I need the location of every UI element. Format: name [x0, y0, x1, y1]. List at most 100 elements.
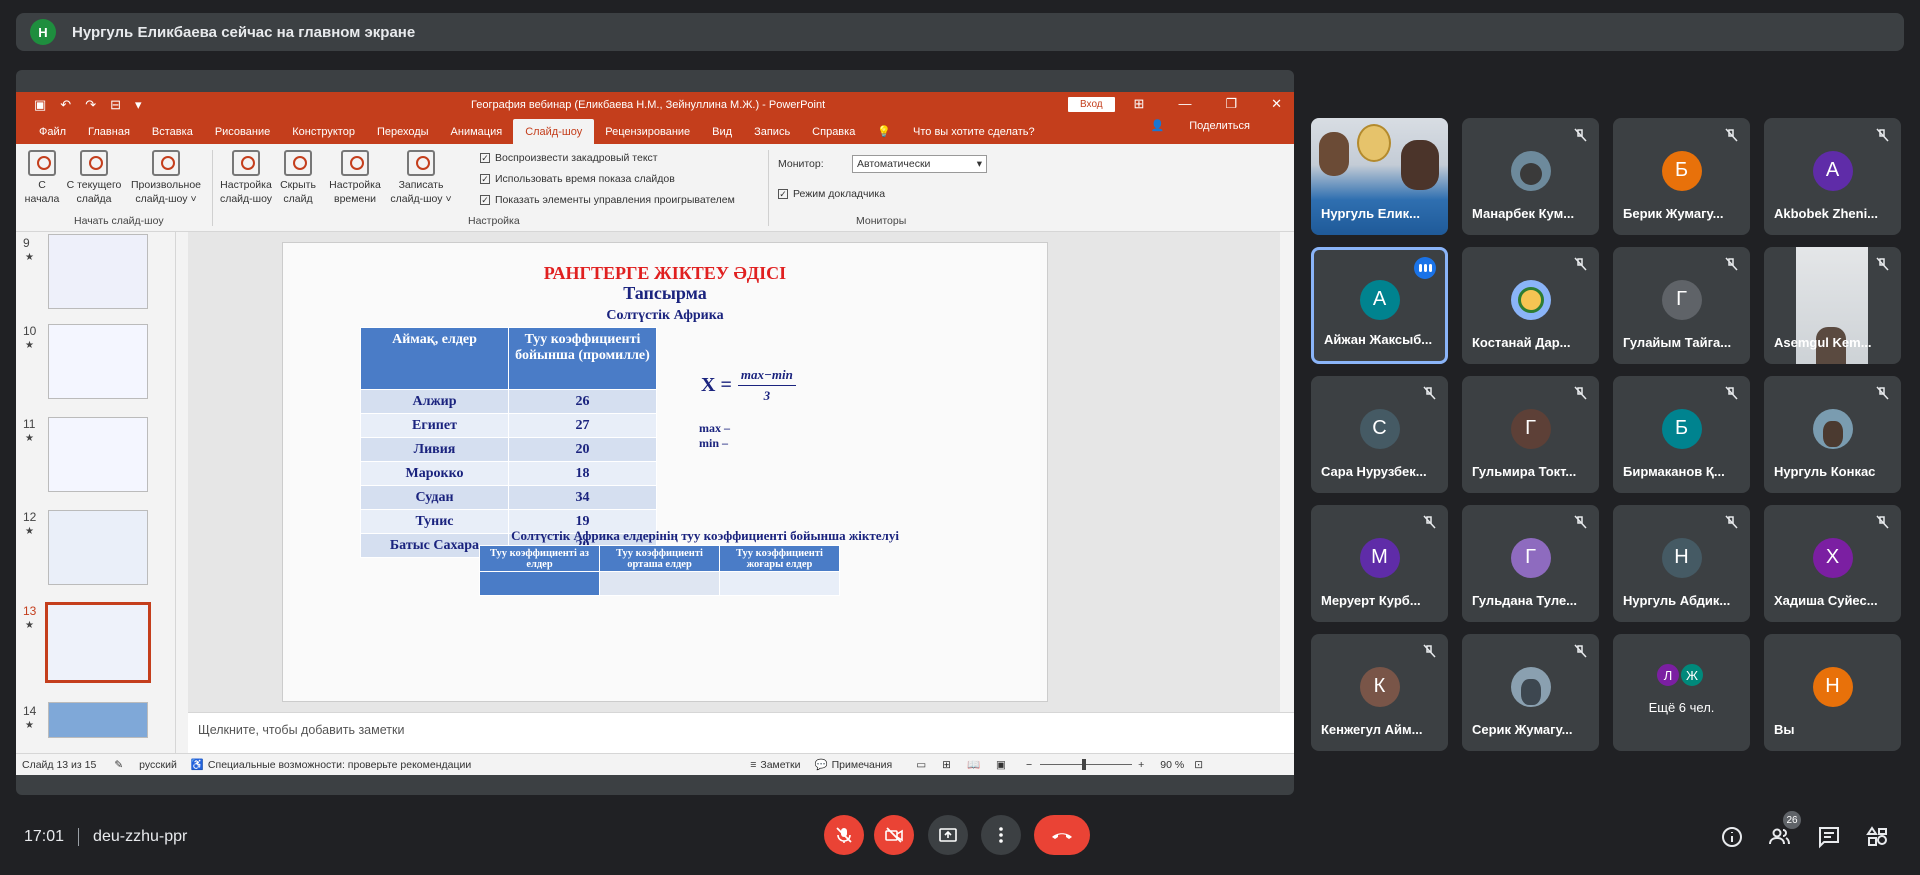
participant-name: Нургуль Абдик...: [1623, 593, 1731, 608]
reading-view-icon[interactable]: 📖: [967, 758, 980, 771]
participant-tile[interactable]: A Akbobek Zheni...: [1764, 118, 1901, 235]
narrations-checkbox[interactable]: ✓ Воспроизвести закадровый текст: [480, 152, 658, 164]
participant-tile[interactable]: Нургуль Конкас: [1764, 376, 1901, 493]
setup-show-button[interactable]: Настройка слайд-шоу: [216, 144, 276, 206]
participant-tile[interactable]: С Сара Нурузбек...: [1311, 376, 1448, 493]
toggle-camera-button[interactable]: [874, 815, 914, 855]
participant-tile-speaking[interactable]: A Айжан Жаксыб...: [1311, 247, 1448, 364]
rehearse-timings-button[interactable]: Настройка времени: [324, 144, 386, 206]
fit-slide-icon[interactable]: ⊡: [1194, 759, 1203, 771]
zoom-in-icon[interactable]: +: [1138, 759, 1144, 771]
redo-icon[interactable]: ↷: [85, 97, 96, 113]
participant-avatar: Г: [1510, 408, 1551, 449]
slideshow-view-icon[interactable]: ▣: [996, 759, 1006, 771]
tab-home[interactable]: Главная: [77, 126, 141, 144]
leave-call-button[interactable]: [1034, 815, 1090, 855]
tab-view[interactable]: Вид: [701, 126, 743, 144]
formula-lhs: X =: [701, 374, 732, 396]
tab-design[interactable]: Конструктор: [281, 126, 366, 144]
participant-tile[interactable]: К Кенжегул Айм...: [1311, 634, 1448, 751]
tab-file[interactable]: Файл: [28, 126, 77, 144]
participant-tile[interactable]: Г Гулайым Тайга...: [1613, 247, 1750, 364]
login-button[interactable]: Вход: [1068, 97, 1115, 112]
setup-show-label: Настройка слайд-шоу: [219, 179, 273, 205]
check-icon: ✓: [778, 189, 788, 199]
more-participants-tile[interactable]: Л Ж Ещё 6 чел.: [1613, 634, 1750, 751]
undo-icon[interactable]: ↶: [60, 97, 71, 113]
slide-scrollbar[interactable]: [1280, 232, 1294, 712]
current-slide[interactable]: РАНГТЕРГЕ ЖІКТЕУ ӘДІСІ Тапсырма Солтүсті…: [282, 242, 1048, 702]
participant-tile[interactable]: Костанай Дар...: [1462, 247, 1599, 364]
maximize-icon[interactable]: ❐: [1225, 96, 1237, 112]
present-screen-button[interactable]: [928, 815, 968, 855]
share-button[interactable]: 👤 Поделиться: [1128, 119, 1272, 138]
participant-tile[interactable]: Н Нургуль Абдик...: [1613, 505, 1750, 622]
participant-tile[interactable]: Х Хадиша Суйес...: [1764, 505, 1901, 622]
tab-insert[interactable]: Вставка: [141, 126, 204, 144]
participant-tile[interactable]: Серик Жумагу...: [1462, 634, 1599, 751]
tab-draw[interactable]: Рисование: [204, 126, 281, 144]
participant-tile[interactable]: Г Гульмира Токт...: [1462, 376, 1599, 493]
participant-tile[interactable]: М Меруерт Курб...: [1311, 505, 1448, 622]
sorter-view-icon[interactable]: ⊞: [942, 759, 951, 771]
notes-pane[interactable]: Щелкните, чтобы добавить заметки: [188, 712, 1294, 753]
zoom-slider[interactable]: [1040, 759, 1133, 770]
tab-slideshow[interactable]: Слайд-шоу: [513, 119, 595, 144]
more-vert-icon: [999, 827, 1003, 843]
presenter-view-checkbox[interactable]: ✓ Режим докладчика: [778, 188, 885, 200]
media-controls-checkbox[interactable]: ✓ Показать элементы управления проигрыват…: [480, 194, 735, 206]
customize-icon[interactable]: ▾: [135, 97, 142, 113]
comments-toggle[interactable]: Примечания: [832, 759, 893, 771]
more-participants-label: Ещё 6 чел.: [1648, 700, 1715, 715]
monitor-select[interactable]: Автоматически ▾: [852, 155, 987, 173]
toggle-mic-button[interactable]: [824, 815, 864, 855]
language-status[interactable]: русский: [139, 759, 177, 771]
spellcheck-icon[interactable]: ✎: [114, 759, 123, 771]
tell-me-search[interactable]: Что вы хотите сделать?: [902, 126, 1046, 144]
activities-icon[interactable]: [1865, 825, 1889, 849]
hide-slide-button[interactable]: Скрыть слайд: [278, 144, 318, 206]
participant-tile[interactable]: Г Гульдана Туле...: [1462, 505, 1599, 622]
notes-toggle[interactable]: Заметки: [760, 759, 800, 771]
participant-tile[interactable]: Манарбек Кум...: [1462, 118, 1599, 235]
from-current-button[interactable]: С текущего слайда: [64, 144, 124, 206]
presenting-text: Нургуль Еликбаева сейчас на главном экра…: [72, 23, 416, 41]
participant-tile[interactable]: Asemgul Kem...: [1764, 247, 1901, 364]
participant-tile[interactable]: Б Бирмаканов Қ...: [1613, 376, 1750, 493]
normal-view-icon[interactable]: ▭: [916, 759, 926, 771]
custom-show-button[interactable]: Произвольное слайд-шоу ˅: [126, 144, 206, 206]
zoom-out-icon[interactable]: −: [1026, 759, 1032, 771]
person-figure: [1401, 140, 1439, 190]
minimize-icon[interactable]: —: [1178, 96, 1191, 112]
save-icon[interactable]: ▣: [34, 97, 46, 113]
shared-screen: ▣ ↶ ↷ ⊟ ▾ География вебинар (Еликбаева Н…: [16, 70, 1294, 795]
close-icon[interactable]: ✕: [1271, 96, 1282, 112]
thumbnail-image: [48, 234, 148, 309]
ribbon-display-icon[interactable]: ⊞: [1134, 96, 1145, 112]
chat-icon[interactable]: [1817, 825, 1841, 849]
self-tile[interactable]: Н Вы: [1764, 634, 1901, 751]
thumbnail-scrollbar[interactable]: [176, 232, 188, 753]
tab-transitions[interactable]: Переходы: [366, 126, 440, 144]
tab-animations[interactable]: Анимация: [440, 126, 514, 144]
chevron-down-icon: ▾: [976, 158, 982, 170]
zoom-level[interactable]: 90 %: [1160, 759, 1184, 771]
info-icon[interactable]: [1720, 825, 1744, 849]
more-options-button[interactable]: [981, 815, 1021, 855]
star-icon: ★: [25, 620, 34, 631]
participant-tile[interactable]: Б Берик Жумагу...: [1613, 118, 1750, 235]
tab-help[interactable]: Справка: [801, 126, 866, 144]
record-show-button[interactable]: Записать слайд-шоу ˅: [388, 144, 454, 206]
presenting-banner: Н Нургуль Еликбаева сейчас на главном эк…: [16, 13, 1904, 51]
tab-review[interactable]: Рецензирование: [594, 126, 701, 144]
use-timings-checkbox[interactable]: ✓ Использовать время показа слайдов: [480, 173, 675, 185]
group-setup-label: Настройка: [468, 215, 520, 227]
tab-record[interactable]: Запись: [743, 126, 801, 144]
from-start-button[interactable]: С начала: [22, 144, 62, 206]
zoom-slider-thumb[interactable]: [1082, 759, 1087, 770]
share-label: Поделиться: [1189, 120, 1250, 132]
participant-tile[interactable]: Нургуль Елик...: [1311, 118, 1448, 235]
accessibility-status[interactable]: Специальные возможности: проверьте реком…: [208, 759, 471, 771]
present-icon[interactable]: ⊟: [110, 97, 121, 113]
classification-caption: Солтүстік Африка елдерінің туу коэффицие…: [511, 528, 899, 543]
